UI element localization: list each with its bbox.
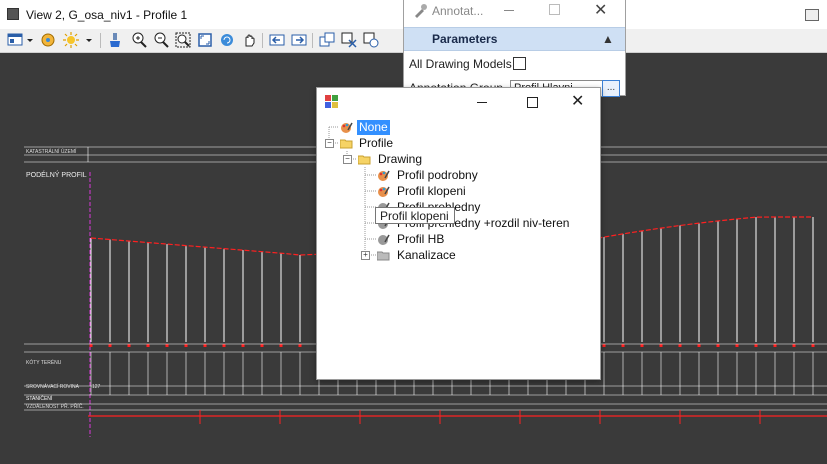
tree-node-drawing[interactable]: Drawing [378,152,422,167]
toolbar-separator [312,33,313,48]
clear-icon[interactable] [106,31,124,49]
view-attributes-icon[interactable] [6,31,24,49]
clip-icon[interactable] [340,31,358,49]
view-title: View 2, G_osa_niv1 - Profile 1 [26,8,188,22]
station-marker [678,344,682,347]
annotation-group-picker-dialog: ✕ None − Profile − Drawing Profil podrob… [316,87,601,380]
label-koty-terenu: KÓTY TERÉNU [26,359,62,366]
collapse-up-icon[interactable]: ▲ [602,32,614,46]
all-drawing-models-checkbox[interactable] [513,57,526,70]
station-marker [602,344,606,347]
label-katastralni: KATASTRÁLNÍ ÚZEMÍ [26,148,77,155]
next-view-icon[interactable] [290,31,308,49]
folder-icon [340,139,353,149]
label-podelny-profil: PODÉLNÝ PROFIL [26,170,87,179]
parameters-section-title: Parameters [432,32,498,46]
annotation-palette-gray-icon [378,234,390,245]
collapse-icon[interactable]: − [343,155,352,164]
dropdown-icon[interactable] [84,31,94,49]
station-marker [279,344,283,347]
previous-view-icon[interactable] [268,31,286,49]
station-marker [222,344,226,347]
annotation-group-browse-button[interactable]: ... [602,80,620,97]
toolbar-separator [262,33,263,48]
dropdown-icon[interactable] [25,31,35,49]
parameters-section-header[interactable]: Parameters ▲ [404,27,625,51]
station-marker [697,344,701,347]
zoom-out-icon[interactable] [152,31,170,49]
zoom-in-icon[interactable] [130,31,148,49]
station-marker [754,344,758,347]
label-staniceni: STANIČENÍ [26,395,53,402]
annotation-palette-icon [378,186,390,197]
tree-node-profile[interactable]: Profile [359,136,393,151]
toolbar-separator [100,33,101,48]
station-marker [735,344,739,347]
station-marker [716,344,720,347]
annotation-tool-icon [415,4,427,18]
label-vzdalenost: VZDÁLENOST PŘ. PŘÍČ. [26,402,84,410]
zoom-area-icon[interactable] [174,31,192,49]
clip-mask-icon[interactable] [362,31,380,49]
station-marker [811,344,815,347]
tree-node-profil-hb[interactable]: Profil HB [397,232,444,247]
station-marker [184,344,188,347]
lighting-icon[interactable] [62,31,80,49]
copy-view-icon[interactable] [318,31,336,49]
window-restore-button[interactable] [805,9,819,21]
station-marker [792,344,796,347]
station-marker [165,344,169,347]
station-marker [127,344,131,347]
annotation-palette-icon [378,170,390,181]
label-datum: 127 [92,384,101,390]
collapse-icon[interactable]: − [325,139,334,148]
folder-gray-icon [377,251,390,261]
view-window-icon [7,8,19,20]
station-marker [108,344,112,347]
annotation-panel-title: Annotat... [432,4,484,18]
panel-minimize-button[interactable] [504,10,514,11]
station-marker [146,344,150,347]
rotate-view-icon[interactable] [218,31,236,49]
station-marker [89,344,93,347]
fit-view-icon[interactable] [196,31,214,49]
station-marker [773,344,777,347]
annotation-panel: Annotat... ✕ Parameters ▲ All Drawing Mo… [403,0,626,97]
station-marker [659,344,663,347]
tooltip: Profil klopeni [375,207,455,224]
tree-node-profil-podrobny[interactable]: Profil podrobny [397,168,478,183]
tree-node-none[interactable]: None [357,120,390,135]
station-marker [260,344,264,347]
label-srovnavaci-rovina: SROVNÁVACÍ ROVINA [26,383,80,390]
levels-icon[interactable] [39,31,57,49]
panel-maximize-button[interactable] [549,4,560,15]
all-drawing-models-label: All Drawing Models [409,57,512,71]
panel-close-button[interactable]: ✕ [594,0,607,20]
station-marker [621,344,625,347]
annotation-palette-icon [341,122,353,133]
expand-icon[interactable]: + [361,251,370,260]
folder-open-icon [358,155,371,165]
pan-icon[interactable] [240,31,258,49]
tree-node-kanalizace[interactable]: Kanalizace [397,248,456,263]
tree-node-profil-klopeni[interactable]: Profil klopeni [397,184,466,199]
station-marker [241,344,245,347]
station-marker [640,344,644,347]
annotation-tree: None − Profile − Drawing Profil podrobny… [317,88,600,379]
station-marker [298,344,302,347]
station-marker [203,344,207,347]
